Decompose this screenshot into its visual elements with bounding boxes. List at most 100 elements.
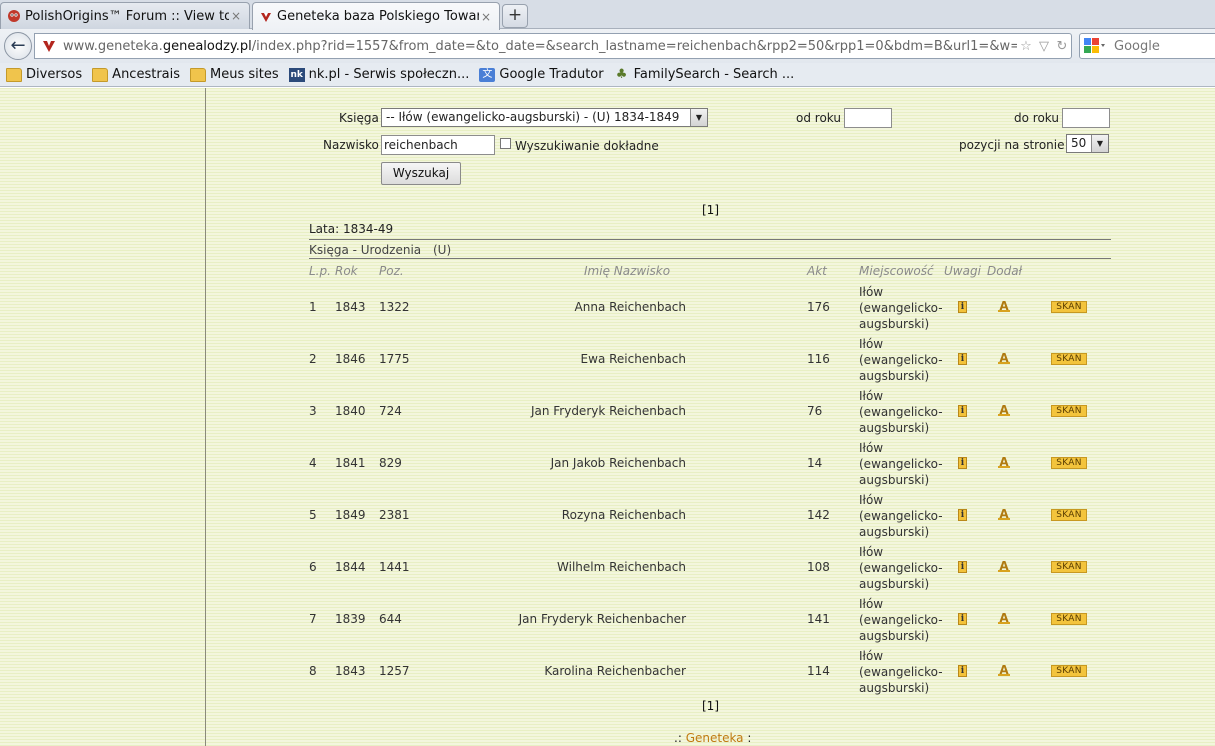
added-by-icon[interactable]: A	[998, 560, 1010, 572]
header-poz: Poz.	[379, 264, 404, 278]
bookmark-diversos[interactable]: Diversos	[6, 67, 82, 82]
ksiega-select[interactable]: -- Iłów (ewangelicko-augsburski) - (U) 1…	[381, 108, 708, 127]
skan-button[interactable]: SKAN	[1051, 509, 1087, 521]
added-by-icon[interactable]: A	[998, 664, 1010, 676]
bookmark-label: Google Tradutor	[499, 67, 604, 82]
search-button[interactable]: Wyszukaj	[381, 162, 461, 185]
row-place: Iłów (ewangelicko-augsburski)	[859, 648, 949, 696]
close-tab-icon[interactable]: ×	[229, 9, 243, 23]
added-by-icon[interactable]: A	[998, 508, 1010, 520]
url-text[interactable]: www.geneteka.genealodzy.pl/index.php?rid…	[63, 39, 1017, 54]
back-button[interactable]: ←	[4, 32, 32, 60]
place-line: (ewangelicko-	[859, 665, 943, 679]
row-akt: 176	[807, 300, 830, 314]
place-line: augsburski)	[859, 681, 930, 695]
added-by-icon[interactable]: A	[998, 612, 1010, 624]
bookmark-google-tradutor[interactable]: 文 Google Tradutor	[479, 67, 604, 82]
place-line: Iłów	[859, 337, 884, 351]
table-row: 3 1840 724 Jan Fryderyk Reichenbach 76 I…	[206, 386, 1215, 438]
chevron-down-icon[interactable]: ▼	[690, 109, 707, 126]
url-prefix: www.geneteka.	[63, 38, 163, 54]
google-translate-icon: 文	[479, 67, 496, 82]
search-box[interactable]: Google	[1079, 33, 1215, 59]
skan-button[interactable]: SKAN	[1051, 353, 1087, 365]
info-icon[interactable]: i	[958, 405, 967, 417]
place-line: Iłów	[859, 597, 884, 611]
per-page-select[interactable]: 50 ▼	[1066, 134, 1109, 153]
row-lp: 1	[309, 300, 317, 314]
od-roku-input[interactable]	[844, 108, 892, 128]
info-icon[interactable]: i	[958, 353, 967, 365]
added-by-icon[interactable]: A	[998, 404, 1010, 416]
od-roku-label: od roku	[796, 111, 841, 125]
info-icon[interactable]: i	[958, 613, 967, 625]
added-by-icon[interactable]: A	[998, 300, 1010, 312]
place-line: Iłów	[859, 389, 884, 403]
new-tab-button[interactable]: +	[502, 4, 528, 28]
bookmark-nk[interactable]: nk nk.pl - Serwis społeczn...	[288, 67, 469, 82]
added-by-icon[interactable]: A	[998, 456, 1010, 468]
added-by-icon[interactable]: A	[998, 352, 1010, 364]
row-place: Iłów (ewangelicko-augsburski)	[859, 336, 949, 384]
nazwisko-input[interactable]: reichenbach	[381, 135, 495, 155]
url-dropdown-icon[interactable]: ▽	[1035, 39, 1053, 54]
skan-button[interactable]: SKAN	[1051, 665, 1087, 677]
place-line: augsburski)	[859, 317, 930, 331]
place-line: Iłów	[859, 441, 884, 455]
google-search-engine-icon[interactable]	[1084, 38, 1106, 54]
row-name: Jan Jakob Reichenbach	[550, 456, 686, 470]
bookmark-ancestrais[interactable]: Ancestrais	[92, 67, 180, 82]
row-poz: 1441	[379, 560, 410, 574]
bookmarks-toolbar: Diversos Ancestrais Meus sites nk nk.pl -…	[0, 63, 1215, 87]
row-akt: 14	[807, 456, 823, 470]
row-akt: 76	[807, 404, 823, 418]
header-name: Imię Nazwisko	[584, 264, 671, 278]
place-line: (ewangelicko-	[859, 457, 943, 471]
table-row: 6 1844 1441 Wilhelm Reichenbach 108 Iłów…	[206, 542, 1215, 594]
tab-polishorigins[interactable]: PolishOrigins™ Forum :: View to... ×	[0, 2, 250, 29]
exact-search-label: Wyszukiwanie dokładne	[515, 139, 659, 153]
footer-geneteka-link[interactable]: Geneteka	[686, 731, 744, 745]
pager-top-link[interactable]: [1]	[702, 203, 719, 217]
info-icon[interactable]: i	[958, 509, 967, 521]
place-line: Iłów	[859, 285, 884, 299]
bookmark-label: Meus sites	[210, 67, 279, 82]
exact-search-checkbox[interactable]	[500, 138, 511, 149]
place-line: Iłów	[859, 545, 884, 559]
polishorigins-favicon-icon	[8, 10, 20, 22]
do-roku-input[interactable]	[1062, 108, 1110, 128]
close-tab-icon[interactable]: ×	[479, 10, 493, 24]
table-row: 5 1849 2381 Rozyna Reichenbach 142 Iłów (…	[206, 490, 1215, 542]
bookmark-familysearch[interactable]: ♣ FamilySearch - Search ...	[614, 67, 794, 82]
site-identity-icon[interactable]	[41, 38, 57, 54]
bookmark-star-icon[interactable]: ☆	[1017, 39, 1035, 54]
row-name: Ewa Reichenbach	[580, 352, 686, 366]
pager-bottom-link[interactable]: [1]	[702, 699, 719, 713]
geneteka-favicon-icon	[261, 12, 271, 22]
reload-icon[interactable]: ↻	[1053, 39, 1071, 54]
chevron-down-icon[interactable]: ▼	[1091, 135, 1108, 152]
tab-geneteka[interactable]: Geneteka baza Polskiego Towar... ×	[252, 2, 500, 30]
place-line: (ewangelicko-	[859, 353, 943, 367]
tab-title: Geneteka baza Polskiego Towar...	[277, 9, 479, 24]
bookmark-meus-sites[interactable]: Meus sites	[190, 67, 279, 82]
row-lp: 6	[309, 560, 317, 574]
table-row: 2 1846 1775 Ewa Reichenbach 116 Iłów (ewa…	[206, 334, 1215, 386]
info-icon[interactable]: i	[958, 301, 967, 313]
ksiega-label: Księga	[339, 111, 379, 125]
row-place: Iłów (ewangelicko-augsburski)	[859, 492, 949, 540]
place-line: (ewangelicko-	[859, 561, 943, 575]
divider	[309, 239, 1111, 240]
info-icon[interactable]: i	[958, 665, 967, 677]
header-rok: Rok	[335, 264, 358, 278]
skan-button[interactable]: SKAN	[1051, 457, 1087, 469]
skan-button[interactable]: SKAN	[1051, 613, 1087, 625]
skan-button[interactable]: SKAN	[1051, 405, 1087, 417]
skan-button[interactable]: SKAN	[1051, 301, 1087, 313]
info-icon[interactable]: i	[958, 457, 967, 469]
footer-suffix: :	[747, 731, 752, 745]
skan-button[interactable]: SKAN	[1051, 561, 1087, 573]
address-bar[interactable]: www.geneteka.genealodzy.pl/index.php?rid…	[34, 33, 1072, 59]
info-icon[interactable]: i	[958, 561, 967, 573]
row-akt: 116	[807, 352, 830, 366]
